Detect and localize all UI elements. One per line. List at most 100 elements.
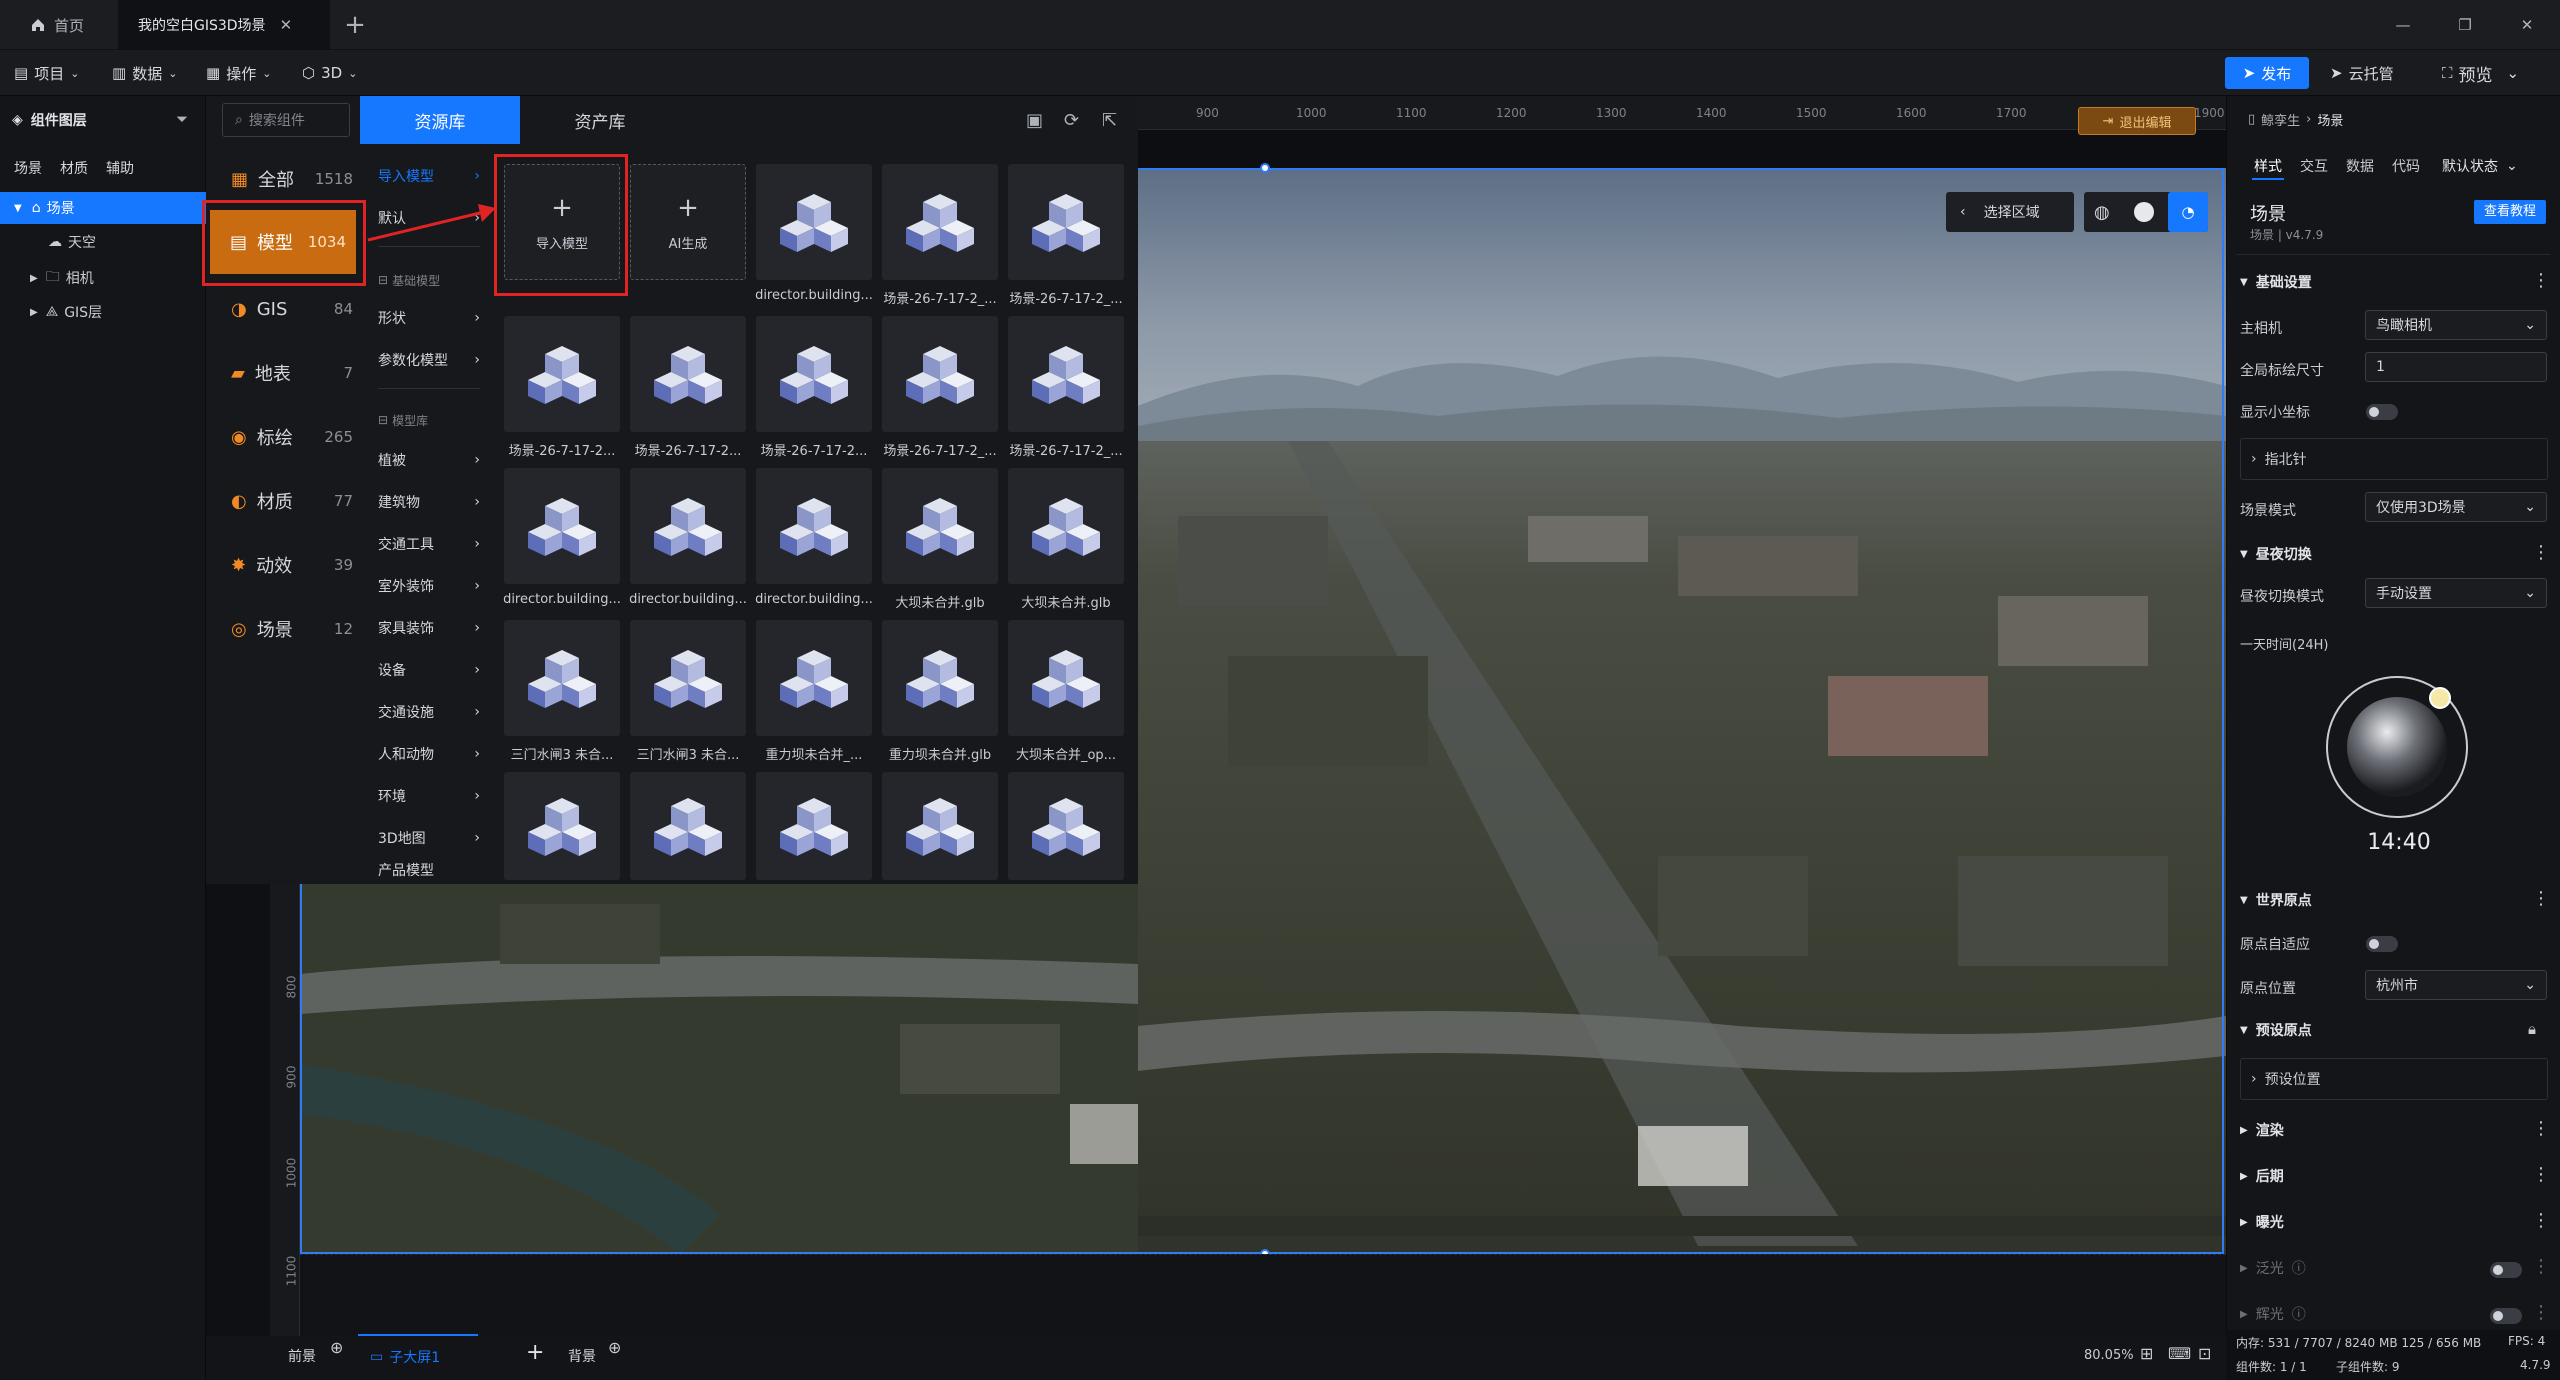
model-card[interactable] xyxy=(882,468,998,584)
model-card[interactable] xyxy=(504,468,620,584)
more-icon[interactable]: ⋮ xyxy=(2532,888,2550,909)
publish-button[interactable]: ➤ 发布 xyxy=(2225,57,2309,89)
tab-home[interactable]: 首页 xyxy=(10,0,104,50)
exit-edit-button[interactable]: ⇥ 退出编辑 xyxy=(2078,107,2196,135)
model-card[interactable] xyxy=(756,620,872,736)
main-camera-select[interactable]: 鸟瞰相机 ⌄ xyxy=(2365,310,2547,340)
model-card[interactable] xyxy=(504,772,620,880)
tree-item-scene[interactable]: ▼ ⌂ 场景 xyxy=(0,192,206,224)
category-material[interactable]: ◐ 材质 77 xyxy=(213,472,363,530)
breadcrumb-user[interactable]: 鲸孪生 xyxy=(2261,110,2300,129)
subcat-outdoor[interactable]: 室外装饰 › xyxy=(370,566,488,606)
subcat-environment[interactable]: 环境 › xyxy=(370,776,488,816)
more-icon[interactable]: ⋮ xyxy=(2532,1118,2550,1139)
subcat-traffic[interactable]: 交通设施 › xyxy=(370,692,488,732)
fit-screen-icon[interactable]: ⊞ xyxy=(2140,1344,2153,1363)
new-tab-button[interactable]: + xyxy=(340,8,370,42)
model-card[interactable] xyxy=(1008,316,1124,432)
category-effect[interactable]: ✸ 动效 39 xyxy=(213,536,363,594)
model-card[interactable] xyxy=(1008,772,1124,880)
clock-mode-button[interactable]: ◔ xyxy=(2168,192,2208,232)
close-icon[interactable]: ✕ xyxy=(280,16,293,34)
model-card[interactable] xyxy=(1008,468,1124,584)
state-select[interactable]: 默认状态 ⌄ xyxy=(2442,156,2518,176)
add-screen-button[interactable]: + xyxy=(526,1340,544,1365)
layer-subtab-scene[interactable]: 场景 xyxy=(14,158,42,178)
more-icon[interactable]: ⋮ xyxy=(2532,1256,2550,1277)
category-terrain[interactable]: ▰ 地表 7 xyxy=(213,344,363,402)
subcat-equipment[interactable]: 设备 › xyxy=(370,650,488,690)
layer-subtab-aux[interactable]: 辅助 xyxy=(106,158,134,178)
subcat-product[interactable]: 产品模型 xyxy=(370,860,488,884)
scene-mode-select[interactable]: 仅使用3D场景 ⌄ xyxy=(2365,492,2547,522)
zoom-level[interactable]: 80.05% xyxy=(2084,1348,2134,1363)
model-card[interactable] xyxy=(630,772,746,880)
model-card[interactable] xyxy=(504,620,620,736)
subcat-vegetation[interactable]: 植被 › xyxy=(370,440,488,480)
category-scene[interactable]: ◎ 场景 12 xyxy=(213,600,363,658)
ai-generate-card[interactable]: + AI生成 xyxy=(630,164,746,280)
image-icon[interactable]: ▣ xyxy=(1026,110,1043,131)
add-circle-icon[interactable]: ⊕ xyxy=(330,1338,343,1357)
time-dial[interactable] xyxy=(2322,672,2472,822)
glow-toggle[interactable] xyxy=(2490,1308,2522,1324)
model-card[interactable] xyxy=(504,316,620,432)
preset-position-row[interactable]: › 预设位置 xyxy=(2240,1058,2548,1100)
search-input[interactable]: ⌕ 搜索组件 xyxy=(222,103,350,137)
section-origin[interactable]: ▼ 世界原点 xyxy=(2240,880,2548,920)
menu-data[interactable]: ▥ 数据 ⌄ xyxy=(112,50,177,96)
tab-scene[interactable]: 我的空白GIS3D场景 ✕ xyxy=(118,0,330,50)
subcat-3dmap[interactable]: 3D地图 › xyxy=(370,818,488,858)
tab-style[interactable]: 样式 xyxy=(2254,156,2282,176)
section-preset[interactable]: ▼ 预设原点 xyxy=(2240,1010,2548,1050)
section-exposure[interactable]: ▶ 曝光 xyxy=(2240,1202,2548,1242)
foreground-tab[interactable]: 前景 xyxy=(288,1346,316,1366)
more-icon[interactable]: ⋮ xyxy=(2532,1164,2550,1185)
daynight-mode-select[interactable]: 手动设置 ⌄ xyxy=(2365,578,2547,608)
category-plot[interactable]: ◉ 标绘 265 xyxy=(213,408,363,466)
tab-data[interactable]: 数据 xyxy=(2346,156,2374,176)
section-post[interactable]: ▶ 后期 xyxy=(2240,1156,2548,1196)
more-icon[interactable]: ⋮ xyxy=(2532,270,2550,291)
origin-pos-select[interactable]: 杭州市 ⌄ xyxy=(2365,970,2547,1000)
model-card[interactable] xyxy=(882,316,998,432)
model-card[interactable] xyxy=(630,468,746,584)
sub-screen-tab[interactable]: ▭ 子大屏1 xyxy=(358,1334,478,1378)
add-circle-icon[interactable]: ⊕ xyxy=(608,1338,621,1357)
subcat-furniture[interactable]: 家具装饰 › xyxy=(370,608,488,648)
category-gis[interactable]: ◑ GIS 84 xyxy=(213,280,363,338)
globe-icon[interactable]: ◍ xyxy=(2094,202,2110,223)
model-card[interactable] xyxy=(1008,164,1124,280)
preview-button[interactable]: ⛶ 预览 ⌄ xyxy=(2442,50,2519,96)
tab-asset-library[interactable]: 资产库 xyxy=(520,96,680,144)
menu-3d[interactable]: ⬡ 3D ⌄ xyxy=(302,50,357,96)
model-card[interactable] xyxy=(756,316,872,432)
more-icon[interactable]: ⋮ xyxy=(2532,1302,2550,1323)
subcat-vehicle[interactable]: 交通工具 › xyxy=(370,524,488,564)
scene-viewport-lower[interactable] xyxy=(300,884,1138,1254)
resize-handle[interactable] xyxy=(1260,163,1270,173)
layer-subtab-material[interactable]: 材质 xyxy=(60,158,88,178)
subcat-parametric[interactable]: 参数化模型 › xyxy=(370,340,488,380)
subcat-shape[interactable]: 形状 › xyxy=(370,298,488,338)
more-icon[interactable]: ⋮ xyxy=(2532,542,2550,563)
section-daynight[interactable]: ▼ 昼夜切换 xyxy=(2240,534,2548,574)
more-icon[interactable]: ⋮ xyxy=(2532,1210,2550,1231)
tutorial-button[interactable]: 查看教程 xyxy=(2474,200,2546,224)
model-card[interactable] xyxy=(756,468,872,584)
model-card[interactable] xyxy=(882,164,998,280)
external-link-icon[interactable]: ⇱ xyxy=(1102,110,1117,131)
scene-viewport[interactable] xyxy=(1138,96,2226,1336)
close-window-button[interactable]: ✕ xyxy=(2496,0,2558,50)
tab-resource-library[interactable]: 资源库 xyxy=(360,96,520,144)
show-axis-toggle[interactable] xyxy=(2366,404,2398,420)
model-card[interactable] xyxy=(882,620,998,736)
minimize-button[interactable]: — xyxy=(2372,0,2434,50)
tab-interaction[interactable]: 交互 xyxy=(2300,156,2328,176)
model-card[interactable] xyxy=(882,772,998,880)
terminal-icon[interactable]: ⊡ xyxy=(2198,1344,2211,1363)
model-card[interactable] xyxy=(756,164,872,280)
tree-item-gis[interactable]: ▶ ⟁ GIS层 xyxy=(0,296,206,328)
model-card[interactable] xyxy=(630,620,746,736)
model-card[interactable] xyxy=(630,316,746,432)
